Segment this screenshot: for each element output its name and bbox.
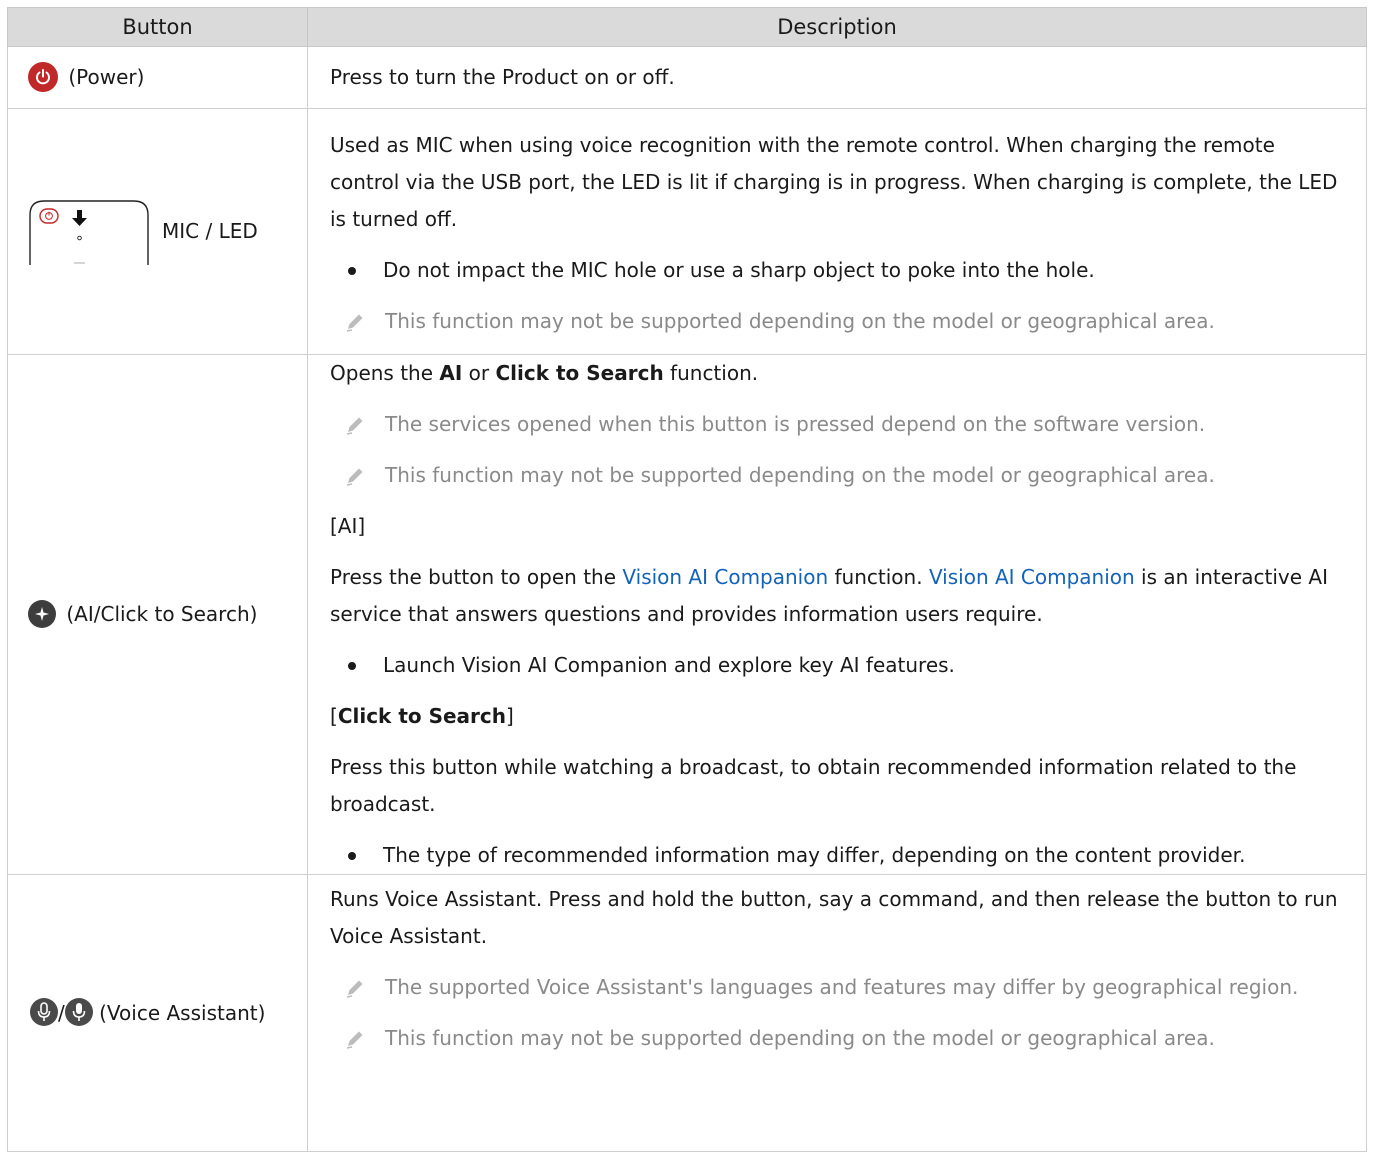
click-to-search-bullet: The type of recommended information may … — [330, 837, 1346, 874]
mic-led-note: This function may not be supported depen… — [330, 303, 1346, 340]
ai-note-1: The services opened when this button is … — [330, 406, 1346, 443]
icon-separator: / — [58, 1000, 65, 1025]
click-to-search-description: Press this button while watching a broad… — [330, 755, 1297, 816]
table-row-power: (Power) Press to turn the Product on or … — [7, 46, 1367, 109]
mic-led-bullet: Do not impact the MIC hole or use a shar… — [330, 252, 1346, 289]
ai-note-2: This function may not be supported depen… — [330, 457, 1346, 494]
pencil-note-icon — [346, 417, 363, 435]
button-cell-power: (Power) — [7, 46, 308, 109]
power-label: (Power) — [68, 65, 145, 89]
desc-cell-power: Press to turn the Product on or off. — [307, 46, 1367, 109]
mic-led-description: Used as MIC when using voice recognition… — [330, 133, 1338, 231]
table-row-voice-assistant: / (Voice Assistant) Runs Voice Assistant… — [7, 874, 1367, 1152]
voice-assistant-note-2: This function may not be supported depen… — [330, 1020, 1346, 1057]
table-header-row: Button Description — [7, 7, 1367, 47]
ai-bullet: Launch Vision AI Companion and explore k… — [330, 647, 1346, 684]
button-description-table: Button Description (Power) Press to turn… — [7, 7, 1367, 1152]
mic-icon — [64, 998, 93, 1026]
ai-description: Press the button to open the Vision AI C… — [330, 565, 1329, 626]
ai-label: (AI/Click to Search) — [66, 602, 258, 626]
table-row-ai-click-to-search: (AI/Click to Search) Opens the AI or Cli… — [7, 354, 1367, 875]
ai-icon — [28, 599, 56, 628]
ai-intro: Opens the AI or Click to Search function… — [330, 361, 759, 385]
pencil-note-icon — [346, 468, 363, 486]
voice-assistant-note-1: The supported Voice Assistant's language… — [330, 969, 1346, 1006]
header-button: Button — [7, 7, 308, 47]
mic-icon — [30, 998, 58, 1026]
pencil-note-icon — [346, 314, 363, 332]
header-description: Description — [307, 7, 1367, 47]
desc-cell-ai: Opens the AI or Click to Search function… — [307, 354, 1367, 875]
pencil-note-icon — [346, 1031, 363, 1049]
pencil-note-icon — [346, 980, 363, 998]
table-row-mic-led: MIC / LED Used as MIC when using voice r… — [7, 108, 1367, 355]
power-icon — [28, 61, 58, 92]
button-cell-mic-led: MIC / LED — [7, 108, 308, 355]
desc-cell-voice-assistant: Runs Voice Assistant. Press and hold the… — [307, 874, 1367, 1152]
click-to-search-heading: [Click to Search] — [330, 704, 514, 728]
power-description: Press to turn the Product on or off. — [330, 65, 675, 89]
desc-cell-mic-led: Used as MIC when using voice recognition… — [307, 108, 1367, 355]
button-cell-ai: (AI/Click to Search) — [7, 354, 308, 875]
button-cell-voice-assistant: / (Voice Assistant) — [7, 874, 308, 1152]
mic-led-label: MIC / LED — [162, 219, 258, 243]
remote-mic-led-illustration — [29, 199, 149, 265]
voice-assistant-description: Runs Voice Assistant. Press and hold the… — [330, 887, 1338, 948]
voice-assistant-label: (Voice Assistant) — [99, 1000, 266, 1025]
vision-ai-companion-link-2[interactable]: Vision AI Companion — [929, 565, 1135, 589]
ai-heading: [AI] — [330, 514, 366, 538]
vision-ai-companion-link[interactable]: Vision AI Companion — [622, 565, 828, 589]
